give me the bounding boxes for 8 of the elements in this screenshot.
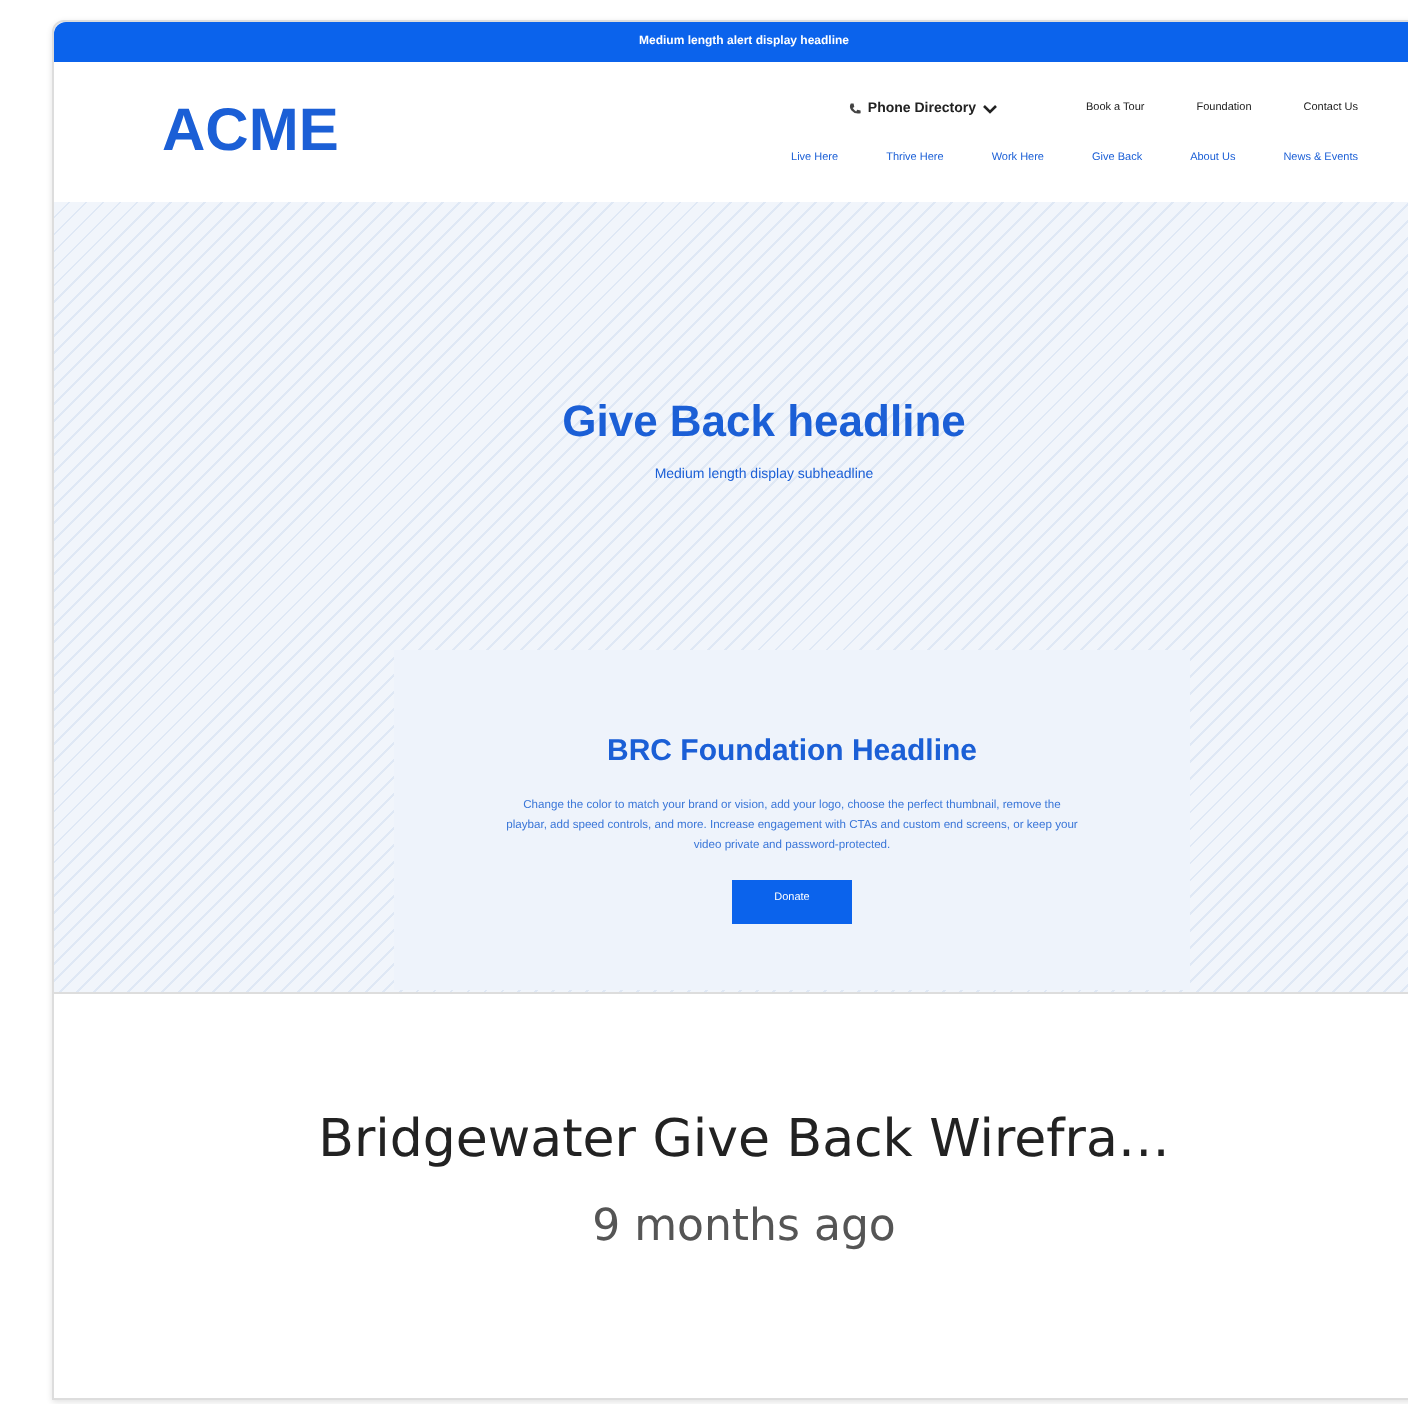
chevron-down-icon bbox=[981, 103, 998, 113]
feature-headline: BRC Foundation Headline bbox=[607, 734, 977, 768]
thumbnail-preview[interactable] bbox=[54, 22, 1408, 992]
card-title[interactable]: Bridgewater Give Back Wirefra… bbox=[318, 1110, 1170, 1170]
timestamp: 9 months ago bbox=[592, 1202, 896, 1252]
hero-headline: Give Back headline bbox=[562, 396, 966, 448]
phone-icon bbox=[847, 101, 862, 115]
site-logo[interactable]: ACME bbox=[162, 98, 339, 166]
